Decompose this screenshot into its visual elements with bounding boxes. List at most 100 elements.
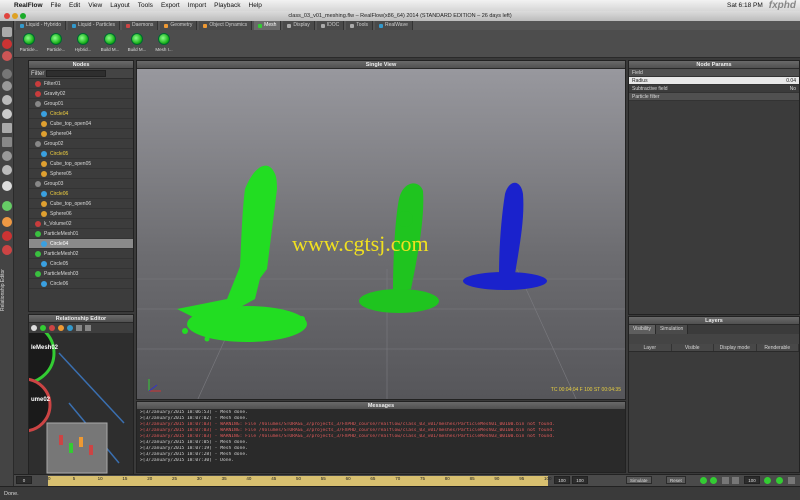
node-icon[interactable] [40, 325, 46, 331]
col-display-mode[interactable]: Display mode [714, 344, 757, 351]
node-item[interactable]: Circle06 [29, 279, 133, 289]
menu-export[interactable]: Export [161, 2, 180, 9]
loop-icon[interactable] [776, 477, 783, 484]
daemon-tool-icon[interactable] [2, 95, 12, 105]
tab-geometry[interactable]: Geometry [160, 21, 198, 30]
node-item[interactable]: Circle05 [29, 149, 133, 159]
stop-icon[interactable] [732, 477, 739, 484]
tab-simulation[interactable]: Simulation [655, 325, 689, 334]
menu-layout[interactable]: Layout [110, 2, 130, 9]
frame-field[interactable]: 100 [744, 476, 760, 484]
node-item[interactable]: Filter01 [29, 79, 133, 89]
zoom-icon[interactable] [85, 325, 91, 331]
rotate-tool-icon[interactable] [2, 51, 12, 61]
node-item[interactable]: Sphere04 [29, 129, 133, 139]
mesh-import-button[interactable]: Mesh I... [153, 30, 175, 52]
brush-tool-icon[interactable] [2, 217, 12, 227]
param-radius[interactable]: Radius 0.04 [629, 77, 799, 85]
particle-mesh-button[interactable]: Particle... [18, 30, 40, 52]
menu-import[interactable]: Import [188, 2, 206, 9]
menu-edit[interactable]: Edit [69, 2, 80, 9]
end-icon[interactable] [788, 477, 795, 484]
graph-overview[interactable] [46, 422, 108, 474]
record-icon[interactable] [710, 477, 717, 484]
tab-idoc[interactable]: IDOC [316, 21, 345, 30]
col-visible[interactable]: Visible [672, 344, 714, 351]
section-particle-filter[interactable]: Particle filter [629, 93, 799, 101]
step-back-icon[interactable] [722, 477, 729, 484]
single-view-viewport[interactable]: Single View www.cgtsj.com TC 00:04:04 F … [136, 60, 626, 400]
node-item[interactable]: ParticleMesh03 [29, 269, 133, 279]
node-item[interactable]: ParticleMesh01 [29, 229, 133, 239]
start-frame-field[interactable]: 0 [16, 476, 32, 484]
link-icon[interactable] [31, 325, 37, 331]
menu-playback[interactable]: Playback [214, 2, 240, 9]
node-item[interactable]: Sphere05 [29, 169, 133, 179]
move-tool-icon[interactable] [2, 39, 12, 49]
relationship-graph[interactable] [29, 333, 134, 483]
node-item[interactable]: k_Volume02 [29, 219, 133, 229]
node-item[interactable]: Group02 [29, 139, 133, 149]
emitter-tool-icon[interactable] [2, 81, 12, 91]
mesh-tool-icon[interactable] [2, 181, 12, 191]
node-item[interactable]: Group03 [29, 179, 133, 189]
node-item[interactable]: Circle06 [29, 189, 133, 199]
node-item[interactable]: Circle04 [29, 239, 133, 249]
scale-tool-icon[interactable] [2, 69, 12, 79]
node-item[interactable]: Cube_top_open05 [29, 159, 133, 169]
particle-mesh-2-button[interactable]: Particle... [45, 30, 67, 52]
tab-daemons[interactable]: Daemons [122, 21, 159, 30]
build-mesh-button[interactable]: Build M... [99, 30, 121, 52]
menu-help[interactable]: Help [249, 2, 262, 9]
simulate-button[interactable]: Simulate [626, 476, 652, 484]
node-item[interactable]: Sphere06 [29, 209, 133, 219]
node-item[interactable]: Group01 [29, 99, 133, 109]
cube-tool-icon[interactable] [2, 123, 12, 133]
circle-icon[interactable] [67, 325, 73, 331]
tab-liquid-particles[interactable]: Liquid - Particles [68, 21, 120, 30]
tab-tools[interactable]: Tools [346, 21, 373, 30]
tab-visibility[interactable]: Visibility [629, 325, 656, 334]
col-renderable[interactable]: Renderable [757, 344, 799, 351]
end-frame-field[interactable]: 100 [572, 476, 588, 484]
tab-display[interactable]: Display [283, 21, 315, 30]
select-tool-icon[interactable] [2, 27, 12, 37]
grid-tool-icon[interactable] [2, 137, 12, 147]
tab-realwave[interactable]: RealWave [374, 21, 413, 30]
light-tool-icon[interactable] [2, 165, 12, 175]
step-forward-icon[interactable] [764, 477, 771, 484]
param-subtractive-field[interactable]: Subtractive field No [629, 85, 799, 93]
node-item[interactable]: Cube_top_open04 [29, 119, 133, 129]
col-layer[interactable]: Layer [629, 344, 672, 351]
link-tool-icon[interactable] [2, 201, 12, 211]
play-icon[interactable] [700, 477, 707, 484]
grid-icon[interactable] [76, 325, 82, 331]
minimize-window-button[interactable] [12, 13, 18, 19]
node-item[interactable]: Circle05 [29, 259, 133, 269]
relationship-editor-side-label[interactable]: Relationship Editor [0, 230, 14, 350]
node-item[interactable]: Gravity02 [29, 89, 133, 99]
menu-view[interactable]: View [88, 2, 102, 9]
hybrido-mesh-button[interactable]: Hybrid... [72, 30, 94, 52]
object-icon[interactable] [58, 325, 64, 331]
menu-app[interactable]: RealFlow [14, 2, 43, 9]
sphere-tool-icon[interactable] [2, 109, 12, 119]
tab-mesh[interactable]: Mesh [254, 21, 282, 30]
reset-button[interactable]: Reset [666, 476, 686, 484]
filter-input[interactable] [46, 70, 107, 77]
build-mesh-2-button[interactable]: Build M... [126, 30, 148, 52]
particle-mesh-node[interactable] [29, 333, 56, 385]
zoom-window-button[interactable] [20, 13, 26, 19]
camera-tool-icon[interactable] [2, 151, 12, 161]
current-frame-field[interactable]: 100 [554, 476, 570, 484]
node-item[interactable]: Circle04 [29, 109, 133, 119]
tab-liquid-hybrido[interactable]: Liquid - Hybrido [16, 21, 67, 30]
node-item[interactable]: Cube_top_open06 [29, 199, 133, 209]
tab-object-dynamics[interactable]: Object Dynamics [199, 21, 253, 30]
daemon-icon[interactable] [49, 325, 55, 331]
timeline-ruler[interactable]: 0 5 10 15 20 25 30 35 40 45 50 55 60 65 70 75 80 85 90 95 10… [48, 476, 552, 486]
menu-file[interactable]: File [51, 2, 61, 9]
node-item[interactable]: ParticleMesh02 [29, 249, 133, 259]
menu-tools[interactable]: Tools [138, 2, 153, 9]
close-window-button[interactable] [4, 13, 10, 19]
